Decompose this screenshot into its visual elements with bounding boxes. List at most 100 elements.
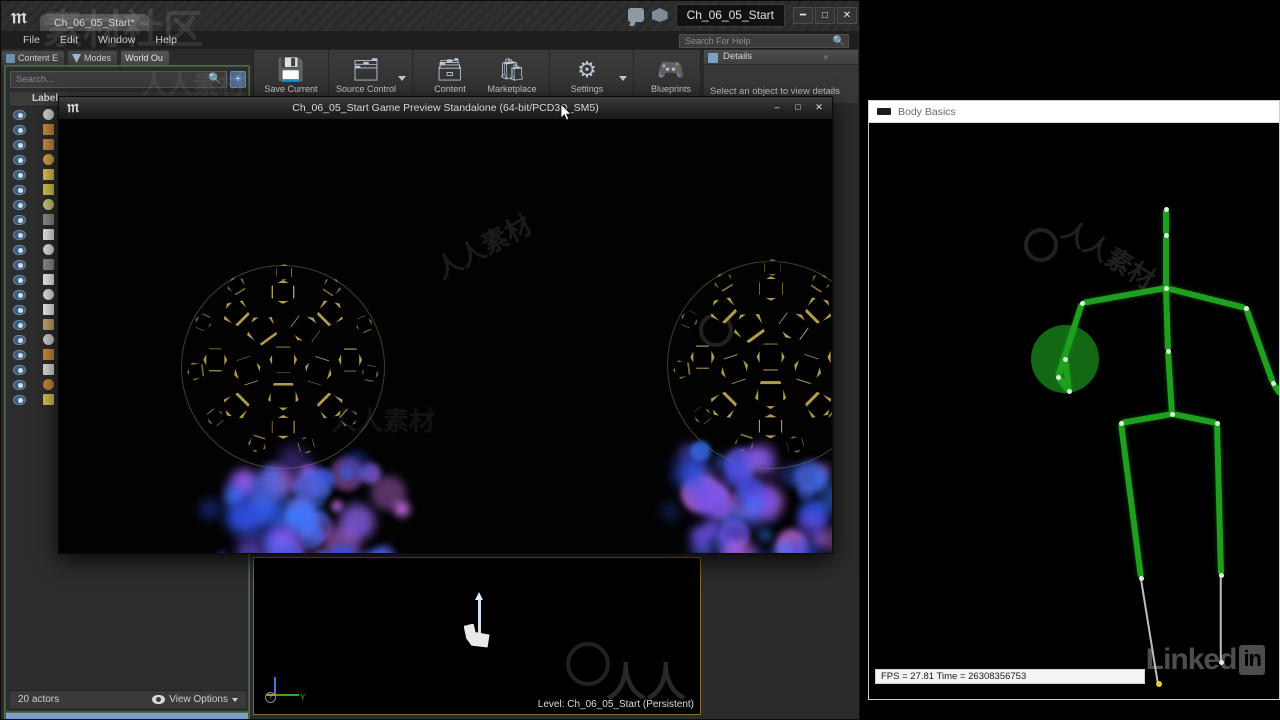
- editor-window-controls: ━ □ ✕: [793, 6, 857, 24]
- cloud-icon[interactable]: [651, 8, 668, 22]
- actor-type-icon: [43, 109, 54, 120]
- maximize-button[interactable]: □: [815, 6, 835, 24]
- eye-icon[interactable]: [13, 169, 26, 180]
- watermark-cn-kinect: 人人素材: [1056, 214, 1161, 296]
- modes-icon: [72, 54, 82, 63]
- buckyball-left: [181, 265, 385, 469]
- search-icon: 🔍: [208, 73, 222, 85]
- eye-icon[interactable]: [13, 349, 26, 360]
- skeleton-joint-hipR: [1214, 420, 1220, 426]
- fps-status-bar: FPS = 27.81 Time = 26308356753: [875, 669, 1145, 684]
- blueprints-icon: 🎮: [657, 57, 685, 82]
- toolbar-item-label: Marketplace: [487, 84, 537, 94]
- tab-modes[interactable]: Modes: [67, 50, 119, 66]
- actor-type-icon: [43, 184, 54, 195]
- view-options-label: View Options: [169, 694, 228, 705]
- document-tab[interactable]: Ch_06_05_Start*: [39, 13, 150, 31]
- viewport-help-icon[interactable]: ?: [265, 692, 276, 703]
- toolbar-item-label: Source Control: [335, 84, 397, 94]
- axis-y: [275, 694, 299, 696]
- maximize-button[interactable]: □: [789, 100, 807, 115]
- details-tab[interactable]: Details ×: [704, 50, 858, 65]
- eye-icon[interactable]: [13, 259, 26, 270]
- skeleton-joint-footR: [1218, 659, 1224, 665]
- toolbar-blueprints-button[interactable]: 🎮 Blueprints: [640, 56, 702, 94]
- toolbar-marketplace-button[interactable]: 🛍 Marketplace: [481, 56, 543, 94]
- eye-icon[interactable]: [13, 154, 26, 165]
- add-actor-button[interactable]: +: [230, 71, 246, 88]
- chevron-down-icon[interactable]: [619, 75, 627, 81]
- details-empty-message: Select an object to view details: [710, 86, 840, 97]
- toolbar-source-control-button[interactable]: 🗂 Source Control: [335, 56, 397, 94]
- minimize-button[interactable]: ━: [793, 6, 813, 24]
- actor-type-icon: [43, 229, 54, 240]
- skeleton-joint-shoulderR: [1243, 305, 1249, 311]
- eye-icon[interactable]: [13, 184, 26, 195]
- toolbar-group: 🗃 Content 🛍 Marketplace: [413, 50, 550, 100]
- particle: [236, 530, 261, 553]
- particle: [217, 550, 226, 553]
- menu-item-edit[interactable]: Edit: [50, 34, 88, 46]
- particle: [690, 524, 713, 547]
- toolbar-content-button[interactable]: 🗃 Content: [419, 56, 481, 94]
- particle: [200, 498, 220, 519]
- close-icon[interactable]: ×: [823, 51, 828, 65]
- eye-icon[interactable]: [13, 394, 26, 405]
- toolbar-save-current-button[interactable]: 💾 Save Current: [260, 56, 322, 94]
- editor-main-toolbar[interactable]: 💾 Save Current 🗂 Source Control 🗃 Content 🛍 Mar…: [253, 49, 736, 101]
- body-tracking-canvas[interactable]: 人人素材 FPS = 27.81 Time = 26308356753 Link…: [869, 123, 1279, 699]
- search-icon: 🔍: [832, 36, 845, 47]
- eye-icon[interactable]: [13, 319, 26, 330]
- eye-icon[interactable]: [13, 289, 26, 300]
- toolbar-group: 🗂 Source Control: [329, 50, 413, 100]
- skeleton-joint-shoulderL: [1079, 300, 1085, 306]
- details-tab-label: Details: [723, 51, 753, 62]
- close-button[interactable]: ✕: [810, 100, 828, 115]
- buckyball-right: [667, 261, 832, 469]
- eye-icon[interactable]: [13, 214, 26, 225]
- eye-icon[interactable]: [13, 379, 26, 390]
- eye-icon[interactable]: [13, 274, 26, 285]
- eye-icon[interactable]: [13, 124, 26, 135]
- particle: [277, 531, 292, 546]
- feedback-icon[interactable]: [627, 8, 644, 22]
- editor-level-viewport[interactable]: Y ? Level: Ch_06_05_Start (Persistent) 人…: [248, 557, 701, 715]
- eye-icon[interactable]: [13, 364, 26, 375]
- eye-icon[interactable]: [13, 199, 26, 210]
- actor-type-icon: [43, 319, 54, 330]
- eye-icon[interactable]: [13, 304, 26, 315]
- outliner-search-input[interactable]: Search... 🔍: [10, 71, 227, 88]
- menu-item-help[interactable]: Help: [145, 34, 187, 46]
- help-search-input[interactable]: Search For Help 🔍: [679, 34, 849, 48]
- tab-content-browser[interactable]: Content E: [1, 50, 66, 66]
- settings-gear-icon: ⚙: [577, 57, 597, 82]
- eye-icon[interactable]: [13, 229, 26, 240]
- source-control-icon: 🗂: [352, 57, 380, 82]
- body-basics-title-bar[interactable]: Body Basics: [869, 101, 1279, 123]
- particle: [758, 528, 773, 543]
- eye-icon[interactable]: [13, 244, 26, 255]
- menu-item-window[interactable]: Window: [88, 34, 145, 46]
- toolbar-settings-button[interactable]: ⚙ Settings: [556, 56, 618, 94]
- actor-type-icon: [43, 379, 54, 390]
- actor-type-icon: [43, 349, 54, 360]
- close-button[interactable]: ✕: [837, 6, 857, 24]
- chevron-down-icon[interactable]: [398, 75, 406, 81]
- actor-type-icon: [43, 139, 54, 150]
- selected-actor-gizmo: [463, 591, 498, 655]
- skeleton-bone-spineBase-hipL: [1120, 411, 1173, 426]
- eye-icon[interactable]: [13, 139, 26, 150]
- menu-item-file[interactable]: File: [13, 34, 50, 46]
- game-preview-viewport[interactable]: 人人素材 人人素材: [59, 119, 832, 553]
- skeleton-bone-spineBase-hipR: [1171, 411, 1218, 426]
- skeleton-bone-neck-spineShoulder: [1163, 235, 1169, 288]
- tab-world-outliner[interactable]: World Ou: [4, 50, 250, 719]
- view-options-button[interactable]: View Options: [152, 694, 238, 705]
- game-preview-title-bar[interactable]: 𝔪 Ch_06_05_Start Game Preview Standalone…: [59, 97, 832, 119]
- eye-icon[interactable]: [13, 334, 26, 345]
- minimize-button[interactable]: –: [768, 100, 786, 115]
- linkedin-watermark: Linked in: [1146, 643, 1265, 677]
- eye-icon: [152, 695, 166, 704]
- help-search-placeholder: Search For Help: [685, 36, 751, 46]
- eye-icon[interactable]: [13, 109, 26, 120]
